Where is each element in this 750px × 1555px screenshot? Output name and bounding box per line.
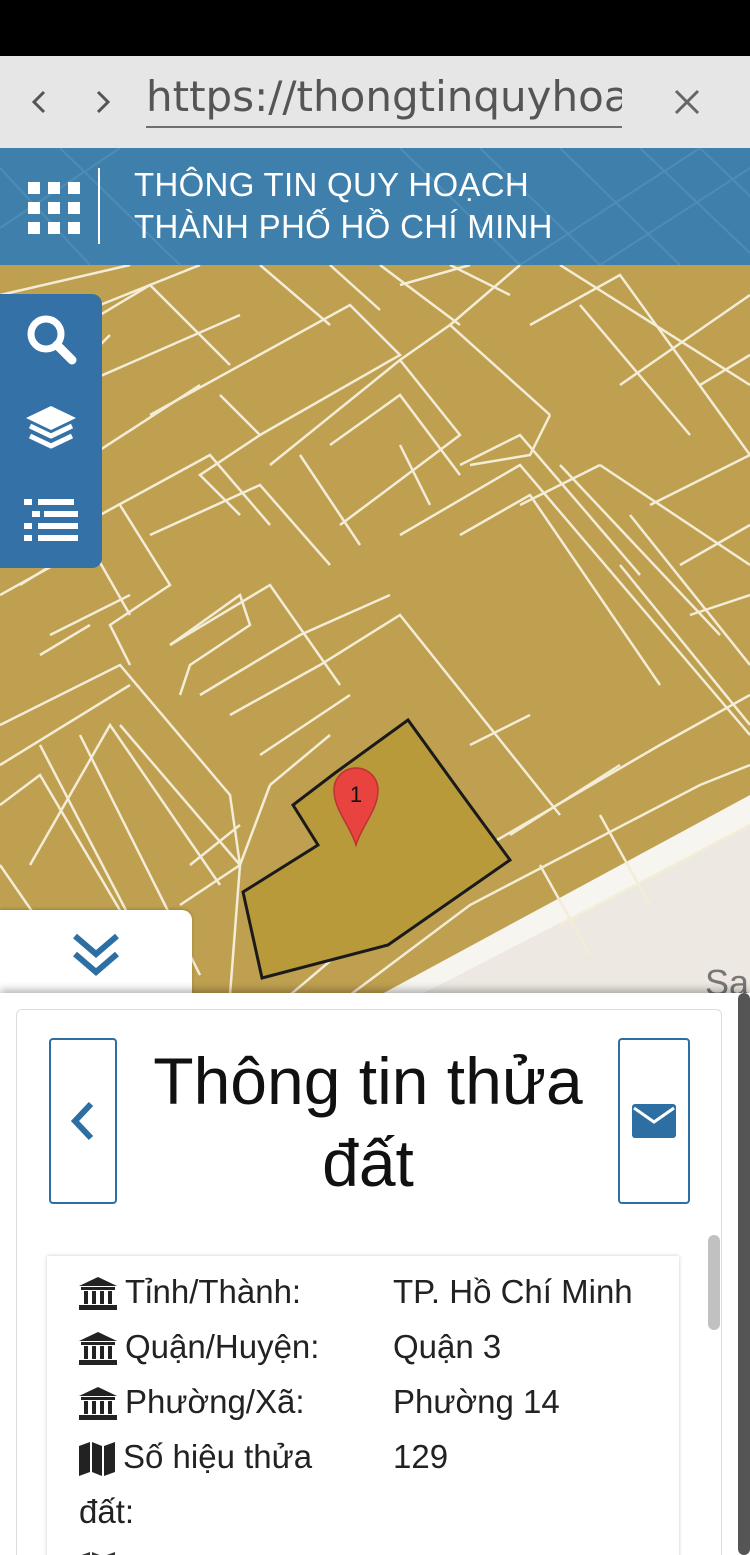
- chevron-right-icon: [96, 90, 111, 114]
- marker-label: 1: [350, 782, 362, 807]
- back-button[interactable]: [49, 1038, 117, 1204]
- url-field[interactable]: https://thongtinquyhoach.hochiminhcity.g…: [146, 66, 622, 128]
- panel-scrollbar[interactable]: [708, 1235, 720, 1330]
- app-title-line1: THÔNG TIN QUY HOẠCH: [134, 166, 530, 203]
- info-row-district: Quận/Huyện:: [79, 1319, 319, 1374]
- chevron-left-icon: [31, 90, 46, 114]
- double-chevron-down-icon: [73, 933, 119, 976]
- info-row-ward: Phường/Xã:: [79, 1374, 305, 1429]
- info-row-province: Tỉnh/Thành:: [79, 1264, 301, 1319]
- info-label: Số hiệu thửa: [123, 1438, 313, 1475]
- header-divider: [98, 168, 100, 244]
- list-button[interactable]: [0, 478, 102, 564]
- info-label-continued: đất:: [79, 1493, 135, 1530]
- parcel-info-table: Tỉnh/Thành: TP. Hồ Chí Minh Quận/Huyện: …: [47, 1256, 679, 1555]
- back-button[interactable]: [18, 78, 58, 126]
- info-panel: Thông tin thửa đất Tỉnh/Thành: TP. Hồ Ch…: [0, 993, 750, 1555]
- info-label: Tỉnh/Thành:: [125, 1273, 302, 1310]
- close-button[interactable]: [664, 78, 710, 126]
- map-icon: [79, 1442, 115, 1477]
- status-bar: [0, 0, 750, 56]
- info-row-parcel-number: Số hiệu thửa: [79, 1429, 312, 1484]
- bank-icon: [79, 1332, 117, 1366]
- search-icon: [27, 315, 77, 365]
- panel-title: Thông tin thửa đất: [153, 1044, 583, 1200]
- info-label: Phường/Xã:: [125, 1383, 305, 1420]
- layers-button[interactable]: [0, 386, 102, 472]
- browser-toolbar: https://thongtinquyhoach.hochiminhcity.g…: [0, 56, 750, 148]
- chevron-left-icon: [70, 1101, 94, 1141]
- info-label: Quận/Huyện:: [125, 1328, 320, 1365]
- search-button[interactable]: [0, 296, 102, 382]
- info-value: 129: [393, 1438, 449, 1475]
- street-label: Sa: [705, 962, 750, 995]
- info-value: Quận 3: [393, 1328, 502, 1365]
- forward-button[interactable]: [84, 78, 124, 126]
- info-value: Phường 14: [393, 1383, 560, 1420]
- parcel-map[interactable]: 1 Sa: [0, 265, 750, 995]
- map-view[interactable]: 1 Sa: [0, 265, 750, 995]
- bank-icon: [79, 1387, 117, 1421]
- apps-grid-icon[interactable]: [28, 182, 80, 234]
- layers-icon: [26, 406, 76, 449]
- bank-icon: [79, 1277, 117, 1311]
- list-icon: [24, 499, 78, 541]
- page-scrollbar[interactable]: [738, 993, 750, 1555]
- side-toolbar: [0, 294, 102, 568]
- close-icon: [674, 89, 700, 115]
- app-header: THÔNG TIN QUY HOẠCH THÀNH PHỐ HỒ CHÍ MIN…: [0, 148, 750, 265]
- parcel-info-card: Thông tin thửa đất Tỉnh/Thành: TP. Hồ Ch…: [16, 1009, 722, 1555]
- envelope-icon: [632, 1104, 676, 1138]
- app-title: THÔNG TIN QUY HOẠCH THÀNH PHỐ HỒ CHÍ MIN…: [134, 164, 553, 248]
- collapse-panel-button[interactable]: [0, 910, 192, 1000]
- info-row-partial: [79, 1539, 123, 1555]
- info-value: TP. Hồ Chí Minh: [393, 1273, 633, 1310]
- app-title-line2: THÀNH PHỐ HỒ CHÍ MINH: [134, 208, 553, 245]
- email-button[interactable]: [618, 1038, 690, 1204]
